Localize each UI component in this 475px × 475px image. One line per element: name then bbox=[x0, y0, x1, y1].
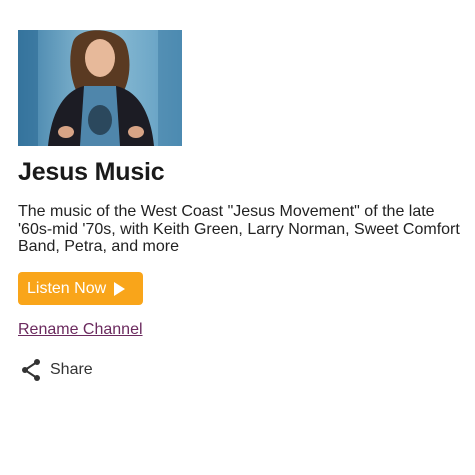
channel-artwork-image bbox=[18, 30, 182, 146]
channel-artwork bbox=[18, 30, 182, 146]
listen-now-button[interactable]: Listen Now bbox=[18, 272, 143, 305]
channel-description: The music of the West Coast "Jesus Movem… bbox=[18, 203, 460, 255]
channel-title: Jesus Music bbox=[18, 158, 165, 186]
play-icon bbox=[114, 281, 126, 296]
share-button[interactable]: Share bbox=[20, 358, 93, 382]
share-icon bbox=[22, 359, 40, 381]
listen-now-label: Listen Now bbox=[27, 279, 107, 297]
share-label: Share bbox=[50, 361, 93, 378]
rename-channel-link[interactable]: Rename Channel bbox=[18, 321, 143, 339]
